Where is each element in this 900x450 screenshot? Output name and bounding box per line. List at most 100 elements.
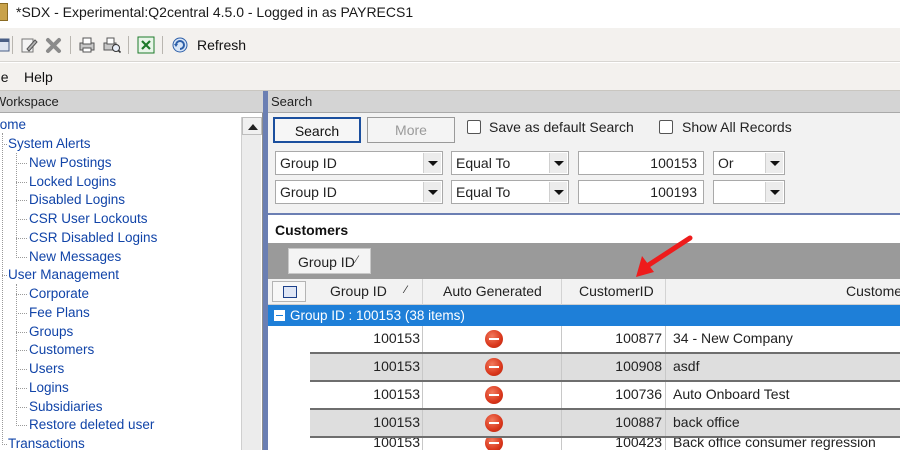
- tree-item-transactions[interactable]: Transactions: [8, 436, 85, 450]
- column-chooser-icon[interactable]: [272, 281, 306, 302]
- group-by-panel: Group ID ⁄: [268, 243, 900, 279]
- cell-customer-id-text: 100877: [615, 330, 662, 346]
- group-by-label: Group ID: [298, 254, 355, 270]
- tree-connector: [16, 407, 27, 408]
- grid-column-header: Group ID ⁄ Auto Generated CustomerID Cus…: [268, 279, 900, 305]
- tree-item-csr-disabled-logins[interactable]: CSR Disabled Logins: [29, 230, 157, 245]
- tree-item-logins[interactable]: Logins: [29, 380, 69, 395]
- criteria-operator-select[interactable]: Equal To: [451, 151, 569, 175]
- window-icon[interactable]: [0, 36, 12, 54]
- show-all-checkbox[interactable]: [659, 120, 673, 134]
- criteria-operator-select[interactable]: Equal To: [451, 180, 569, 204]
- cell-customer-name-text: 34 - New Company: [673, 330, 793, 346]
- row-indent: [268, 382, 310, 410]
- cell-customer-name: 34 - New Company: [666, 326, 900, 352]
- collapse-icon[interactable]: [274, 310, 285, 321]
- tree-item-disabled-logins[interactable]: Disabled Logins: [29, 192, 125, 207]
- customers-title-bar: Customers: [268, 215, 900, 243]
- column-customer-name-label: Customer: [846, 283, 900, 299]
- cell-auto-generated: [423, 410, 562, 436]
- save-default-checkbox[interactable]: [467, 120, 481, 134]
- tree-connector: [2, 144, 7, 145]
- excel-export-icon[interactable]: [137, 36, 155, 54]
- tree-item-users[interactable]: Users: [29, 361, 64, 376]
- search-header-label: Search: [271, 94, 313, 109]
- tree-item-groups[interactable]: Groups: [29, 324, 73, 339]
- table-row[interactable]: 100153 100736 Auto Onboard Test: [268, 382, 900, 410]
- chevron-down-icon[interactable]: [765, 153, 783, 173]
- table-row[interactable]: 100153 100908 asdf: [268, 354, 900, 382]
- tree-item-user-management[interactable]: User Management: [8, 267, 119, 282]
- chevron-down-icon[interactable]: [549, 182, 567, 202]
- chevron-down-icon[interactable]: [765, 182, 783, 202]
- customers-title: Customers: [275, 222, 349, 238]
- criteria-value-input[interactable]: 100153: [578, 151, 704, 175]
- tree-connector: [16, 350, 27, 351]
- refresh-button[interactable]: Refresh: [197, 37, 246, 53]
- tree-item-customers[interactable]: Customers: [29, 342, 94, 357]
- cell-group-id: 100153: [310, 354, 423, 380]
- no-entry-icon: [485, 438, 503, 450]
- cell-customer-id: 100877: [562, 326, 666, 352]
- workspace-scrollbar[interactable]: [241, 117, 262, 450]
- tree-item-corporate[interactable]: Corporate: [29, 286, 89, 301]
- table-row[interactable]: 100153 100877 34 - New Company: [268, 326, 900, 354]
- search-panel: Search More Save as default Search Show …: [268, 113, 900, 213]
- table-row[interactable]: 100153 100887 back office: [268, 410, 900, 438]
- menu-file[interactable]: File: [0, 69, 9, 85]
- tree-item-new-messages[interactable]: New Messages: [29, 249, 121, 264]
- criteria-value-input[interactable]: 100193: [578, 180, 704, 204]
- column-auto-generated-label: Auto Generated: [443, 283, 542, 299]
- cell-customer-name-text: back office: [673, 414, 740, 430]
- tree-connector: [16, 163, 27, 164]
- chevron-down-icon[interactable]: [423, 153, 441, 173]
- criteria-field-select[interactable]: Group ID: [275, 151, 443, 175]
- refresh-icon[interactable]: [171, 36, 189, 54]
- tree-item-new-postings[interactable]: New Postings: [29, 155, 112, 170]
- cell-group-id: 100153: [310, 438, 423, 450]
- criteria-field-value: Group ID: [280, 184, 337, 200]
- red-arrow-annotation: [636, 235, 693, 277]
- tree-item-fee-plans[interactable]: Fee Plans: [29, 305, 90, 320]
- criteria-conjunction-select[interactable]: Or: [713, 151, 785, 175]
- row-indent: [268, 410, 310, 438]
- table-row[interactable]: 100153 100423 Back office consumer regre…: [268, 438, 900, 450]
- scroll-up-arrow-icon[interactable]: [242, 117, 262, 135]
- workspace-header: Workspace: [0, 91, 263, 113]
- criteria-field-select[interactable]: Group ID: [275, 180, 443, 204]
- cell-group-id: 100153: [310, 382, 423, 408]
- print-preview-icon[interactable]: [103, 36, 121, 54]
- row-cells: 100153 100908 asdf: [310, 354, 900, 382]
- tree-item-subsidiaries[interactable]: Subsidiaries: [29, 399, 103, 414]
- tree-connector: [16, 332, 27, 333]
- delete-icon[interactable]: [45, 36, 63, 54]
- tree-connector: [2, 275, 7, 276]
- tree-connector: [16, 284, 17, 426]
- tree-item-csr-user-lockouts[interactable]: CSR User Lockouts: [29, 211, 148, 226]
- tree-item-locked-logins[interactable]: Locked Logins: [29, 174, 116, 189]
- column-group-id[interactable]: Group ID ⁄: [310, 279, 423, 305]
- tree-connector: [16, 425, 27, 426]
- search-button[interactable]: Search: [273, 117, 361, 143]
- column-auto-generated[interactable]: Auto Generated: [423, 279, 562, 305]
- more-button[interactable]: More: [367, 117, 455, 143]
- toolbar-separator: [128, 36, 129, 54]
- no-entry-icon: [485, 358, 503, 376]
- tree-item-restore-deleted-user[interactable]: Restore deleted user: [29, 417, 154, 432]
- criteria-operator-value: Equal To: [456, 155, 511, 171]
- criteria-conjunction-select[interactable]: [713, 180, 785, 204]
- chevron-down-icon[interactable]: [549, 153, 567, 173]
- tree-item-home[interactable]: Home: [0, 117, 26, 132]
- group-by-chip[interactable]: Group ID ⁄: [288, 248, 371, 274]
- cell-customer-name: Auto Onboard Test: [666, 382, 900, 408]
- column-customer-name[interactable]: Customer: [666, 279, 900, 305]
- chevron-down-icon[interactable]: [423, 182, 441, 202]
- menu-help[interactable]: Help: [24, 69, 53, 85]
- tree-item-system-alerts[interactable]: System Alerts: [8, 136, 91, 151]
- print-icon[interactable]: [78, 36, 96, 54]
- group-row[interactable]: Group ID : 100153 (38 items): [268, 305, 900, 326]
- cell-group-id-text: 100153: [373, 414, 420, 430]
- edit-icon[interactable]: [20, 36, 38, 54]
- cell-customer-name-text: Back office consumer regression: [673, 438, 876, 450]
- group-row-label: Group ID : 100153 (38 items): [290, 308, 465, 323]
